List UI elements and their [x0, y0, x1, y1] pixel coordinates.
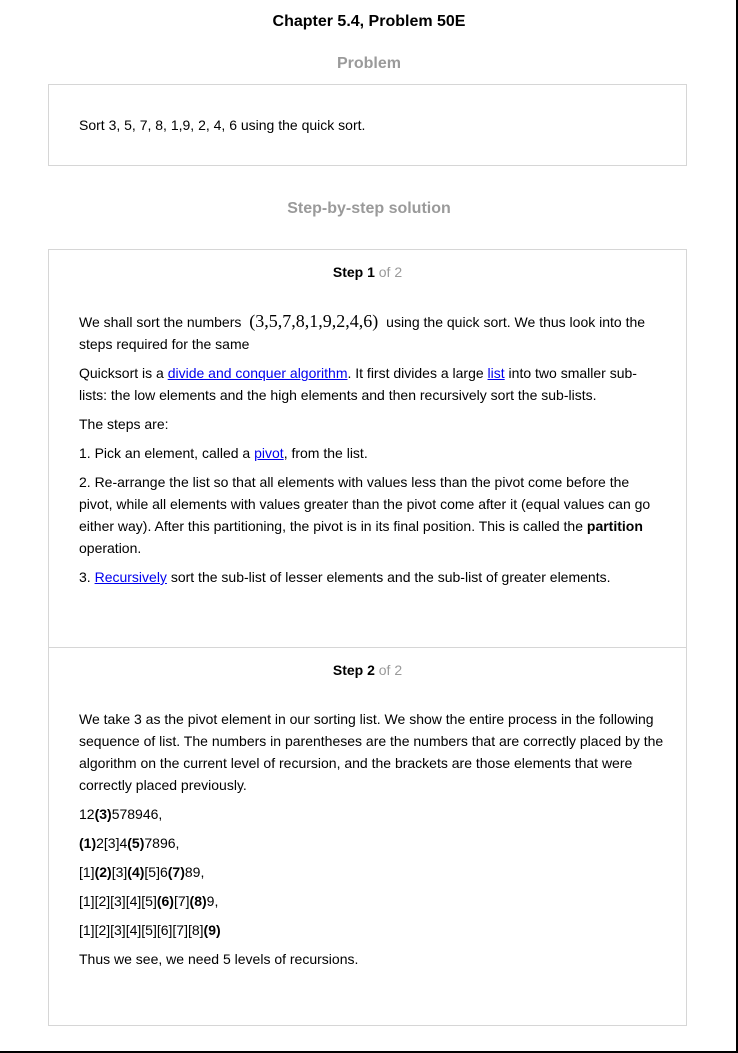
step-item-3: 3. Recursively sort the sub-list of less…: [79, 566, 664, 588]
step1-intro: We shall sort the numbers (3,5,7,8,1,9,2…: [79, 310, 664, 355]
step-divider: [49, 647, 686, 648]
step1-body: We shall sort the numbers (3,5,7,8,1,9,2…: [79, 310, 664, 595]
recursion-line-3: [1](2)[3](4)[5]6(7)89,: [79, 861, 664, 883]
step1-intro-text-a: We shall sort the numbers: [79, 314, 242, 330]
recursion-line-2: (1)2[3]4(5)7896,: [79, 832, 664, 854]
line3-part3: [5]6: [144, 864, 168, 880]
qs-text-a: Quicksort is a: [79, 365, 168, 381]
line1-bold1: (3): [94, 806, 112, 822]
line4-part2: [7]: [173, 893, 190, 909]
line4-part1: [1][2][3][4][5]: [79, 893, 157, 909]
line3-part1: [1]: [79, 864, 95, 880]
line3-bold3: (7): [167, 864, 185, 880]
step2-header: Step 2 of 2: [49, 661, 686, 679]
solution-steps-box: Step 1 of 2 We shall sort the numbers (3…: [48, 249, 687, 1026]
line3-part2: [3]: [111, 864, 128, 880]
line3-part4: 89,: [184, 864, 205, 880]
s2-text-b: operation.: [79, 540, 142, 556]
line3-bold1: (2): [94, 864, 112, 880]
line1-part2: 578946,: [111, 806, 163, 822]
problem-text: Sort 3, 5, 7, 8, 1,9, 2, 4, 6 using the …: [79, 117, 366, 133]
line2-bold1: (1): [79, 835, 97, 851]
recursion-line-1: 12(3)578946,: [79, 803, 664, 825]
recursion-line-5: [1][2][3][4][5][6][7][8](9): [79, 919, 664, 941]
line4-part3: 9,: [206, 893, 219, 909]
step2-label: Step 2: [332, 662, 375, 678]
chapter-title: Chapter 5.4, Problem 50E: [272, 13, 466, 30]
quicksort-definition: Quicksort is a divide and conquer algori…: [79, 362, 664, 406]
divide-and-conquer-link[interactable]: divide and conquer algorithm: [168, 365, 348, 381]
s1-text-a: 1. Pick an element, called a: [79, 445, 255, 461]
steps-are: The steps are:: [79, 416, 169, 432]
line5-part1: [1][2][3][4][5][6][7][8]: [79, 922, 204, 938]
step2-intro: We take 3 as the pivot element in our so…: [79, 711, 664, 793]
recursively-link[interactable]: Recursively: [95, 569, 167, 585]
step-item-2: 2. Re-arrange the list so that all eleme…: [79, 471, 664, 559]
line3-bold2: (4): [127, 864, 145, 880]
pivot-link[interactable]: pivot: [254, 445, 284, 461]
step1-of: of 2: [378, 264, 403, 280]
line4-bold1: (6): [156, 893, 174, 909]
qs-text-b: . It first divides a large: [347, 365, 488, 381]
step2-of: of 2: [378, 662, 403, 678]
solution-heading: Step-by-step solution: [287, 200, 451, 217]
line2-bold2: (5): [127, 835, 145, 851]
step-item-1: 1. Pick an element, called a pivot, from…: [79, 442, 664, 464]
problem-box: Sort 3, 5, 7, 8, 1,9, 2, 4, 6 using the …: [48, 84, 687, 166]
line2-part2: 7896,: [144, 835, 180, 851]
line4-bold2: (8): [189, 893, 207, 909]
s3-text-a: 3.: [79, 569, 95, 585]
problem-heading: Problem: [336, 55, 401, 72]
number-set-math: (3,5,7,8,1,9,2,4,6): [249, 311, 379, 331]
line5-bold1: (9): [203, 922, 221, 938]
s3-text-b: sort the sub-list of lesser elements and…: [166, 569, 611, 585]
list-link[interactable]: list: [488, 365, 505, 381]
s1-text-b: , from the list.: [283, 445, 368, 461]
line1-part1: 12: [79, 806, 95, 822]
s2-text-a: 2. Re-arrange the list so that all eleme…: [79, 474, 651, 534]
step2-body: We take 3 as the pivot element in our so…: [79, 708, 664, 977]
recursion-line-4: [1][2][3][4][5](6)[7](8)9,: [79, 890, 664, 912]
partition-bold: partition: [586, 518, 643, 534]
step1-header: Step 1 of 2: [49, 263, 686, 281]
step2-conclusion: Thus we see, we need 5 levels of recursi…: [79, 951, 359, 967]
step1-label: Step 1: [332, 264, 375, 280]
line2-part1: 2[3]4: [96, 835, 128, 851]
